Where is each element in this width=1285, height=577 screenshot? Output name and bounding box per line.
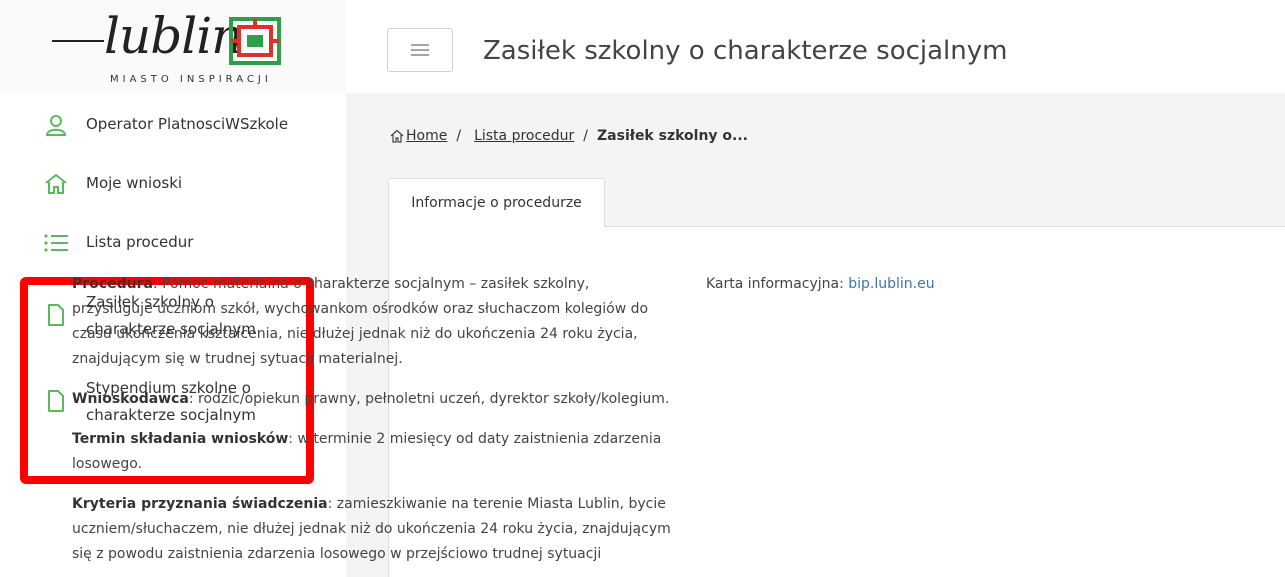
list-icon xyxy=(42,229,70,257)
breadcrumb-separator: / xyxy=(456,128,462,144)
topbar: Zasiłek szkolny o charakterze socjalnym xyxy=(346,0,1285,93)
user-icon xyxy=(42,111,70,139)
logo-line xyxy=(52,40,104,42)
sidebar-item-label: Moje wnioski xyxy=(86,174,183,192)
hamburger-icon xyxy=(411,44,429,56)
procedura-paragraph: Procedura: Pomoc materialna o charakterz… xyxy=(72,276,649,367)
tab-informacje[interactable]: Informacje o procedurze xyxy=(388,178,605,227)
termin-paragraph: Termin składania wniosków: w terminie 2 … xyxy=(72,431,662,472)
logo-subtitle: MIASTO INSPIRACJI xyxy=(110,74,272,85)
menu-toggle-button[interactable] xyxy=(387,28,453,72)
breadcrumb-current: Zasiłek szkolny o... xyxy=(597,128,748,144)
sidebar-item-moje-wnioski[interactable]: Moje wnioski xyxy=(42,170,182,198)
breadcrumb-list-link[interactable]: Lista procedur xyxy=(474,126,574,146)
sidebar-item-label: Lista procedur xyxy=(86,233,194,251)
procedure-info: Procedura: Pomoc materialna o charakterz… xyxy=(72,272,672,577)
home-icon xyxy=(390,129,404,143)
karta-label: Karta informacyjna: xyxy=(706,276,849,292)
logo-text: lublin xyxy=(104,7,243,65)
page-title: Zasiłek szkolny o charakterze socjalnym xyxy=(483,36,1008,66)
wnioskodawca-paragraph: Wnioskodawca: rodzic/opiekun prawny, peł… xyxy=(72,391,670,407)
breadcrumb-home-link[interactable]: Home xyxy=(406,126,447,146)
karta-informacyjna: Karta informacyjna: bip.lublin.eu xyxy=(706,272,935,297)
home-icon xyxy=(42,170,70,198)
breadcrumb: Home / Lista procedur / Zasiłek szkolny … xyxy=(390,126,748,146)
lublin-emblem-icon xyxy=(229,17,281,65)
logo[interactable]: lublin MIASTO INSPIRACJI xyxy=(0,0,346,93)
sidebar-item-operator[interactable]: Operator PlatnosciWSzkole xyxy=(42,111,288,139)
sidebar-item-lista-procedur[interactable]: Lista procedur xyxy=(42,229,193,257)
breadcrumb-separator: / xyxy=(583,128,589,144)
kryteria-paragraph: Kryteria przyznania świadczenia: zamiesz… xyxy=(72,496,671,562)
sidebar-item-label: Operator PlatnosciWSzkole xyxy=(86,115,289,133)
karta-link[interactable]: bip.lublin.eu xyxy=(848,276,934,292)
